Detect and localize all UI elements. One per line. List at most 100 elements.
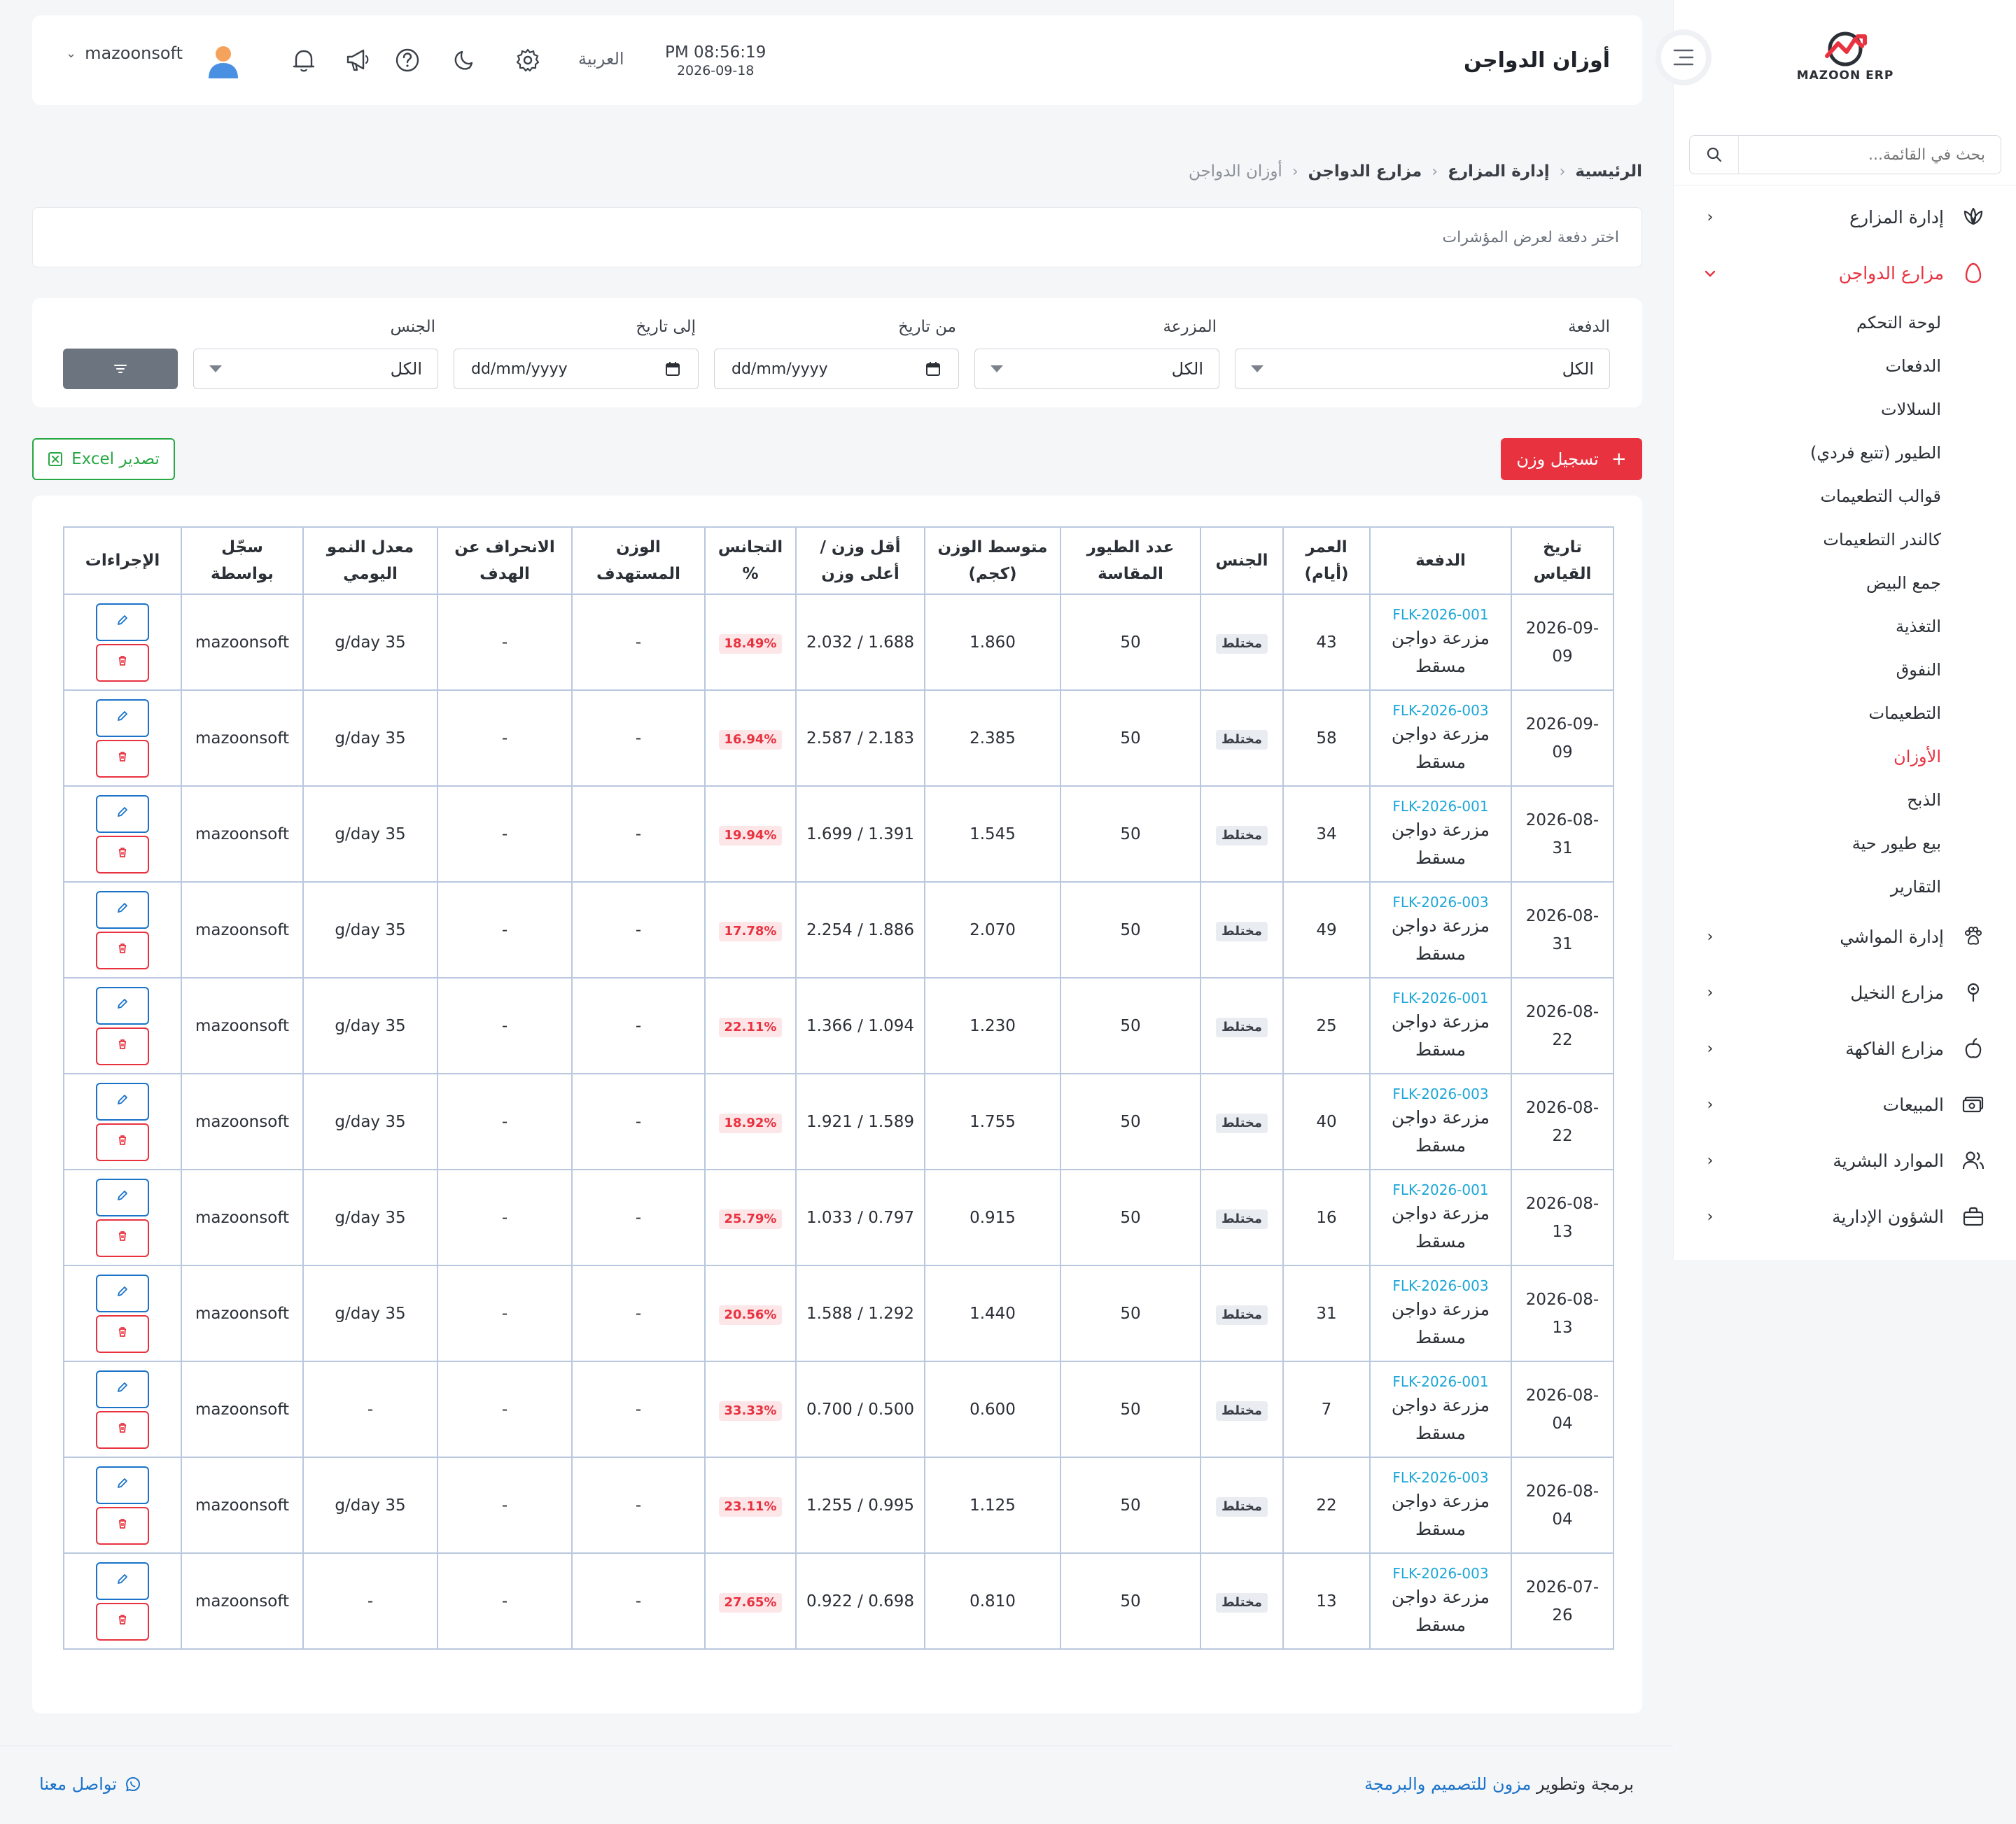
- batch-code-link[interactable]: FLK-2026-003: [1376, 1084, 1505, 1104]
- moon-icon: [454, 50, 473, 70]
- filter-farm-select[interactable]: الكل: [974, 349, 1219, 389]
- edit-button[interactable]: [96, 1274, 149, 1312]
- breadcrumb-poultry-farms[interactable]: مزارع الدواجن: [1308, 162, 1422, 181]
- delete-button[interactable]: [96, 1410, 149, 1449]
- edit-button[interactable]: [96, 1466, 149, 1504]
- cell-actions: [63, 1265, 182, 1362]
- filter-batch-select[interactable]: الكل: [1235, 349, 1610, 389]
- sidebar-item-livestock[interactable]: إدارة المواشي ‹: [1674, 909, 2016, 964]
- sidebar-item-palm-farms[interactable]: مزارع النخيل ‹: [1674, 964, 2016, 1020]
- edit-button[interactable]: [96, 1562, 149, 1600]
- batch-code-link[interactable]: FLK-2026-003: [1376, 701, 1505, 720]
- announcements-button[interactable]: [344, 46, 372, 74]
- batch-code-link[interactable]: FLK-2026-001: [1376, 605, 1505, 624]
- filter-sex-select[interactable]: الكل: [193, 349, 438, 389]
- submenu-item-mortality[interactable]: النفوق: [1674, 648, 1941, 692]
- batch-code-link[interactable]: FLK-2026-003: [1376, 892, 1505, 912]
- sidebar-item-fruit-farms[interactable]: مزارع الفاكهة ‹: [1674, 1020, 2016, 1076]
- footer-credits: برمجة وتطوير مزون للتصميم والبرمجة: [1364, 1774, 1634, 1794]
- submenu-item-reports[interactable]: التقارير: [1674, 865, 1941, 909]
- delete-button[interactable]: [96, 739, 149, 778]
- edit-button[interactable]: [96, 986, 149, 1025]
- batch-code-link[interactable]: FLK-2026-001: [1376, 1372, 1505, 1391]
- dark-mode-button[interactable]: [451, 46, 479, 74]
- sidebar-item-poultry-farms[interactable]: مزارع الدواجن: [1674, 245, 2016, 301]
- batch-code-link[interactable]: FLK-2026-001: [1376, 1180, 1505, 1200]
- submenu-item-feeding[interactable]: التغذية: [1674, 605, 1941, 648]
- delete-button[interactable]: [96, 643, 149, 682]
- sidebar-item-sales[interactable]: المبيعات ‹: [1674, 1076, 2016, 1132]
- avatar[interactable]: [206, 43, 241, 78]
- settings-button[interactable]: [514, 46, 542, 74]
- cell-uniformity: 19.94%: [704, 785, 797, 883]
- submenu-item-egg-collection[interactable]: جمع البيض: [1674, 561, 1941, 605]
- submenu-item-birds[interactable]: الطيور (تتبع فردي): [1674, 431, 1941, 475]
- edit-button[interactable]: [96, 794, 149, 833]
- delete-button[interactable]: [96, 1506, 149, 1545]
- delete-button[interactable]: [96, 1027, 149, 1065]
- submenu-item-vaccinations[interactable]: التطعيمات: [1674, 692, 1941, 735]
- cell-date: 2026-07-26: [1511, 1552, 1614, 1650]
- cell-recorded-by: mazoonsoft: [181, 977, 304, 1074]
- cell-min-max-weight: 0.797 / 1.033: [795, 1169, 925, 1266]
- notifications-button[interactable]: [290, 46, 318, 74]
- breadcrumb-home[interactable]: الرئيسية: [1575, 162, 1642, 181]
- delete-button[interactable]: [96, 1602, 149, 1641]
- cell-age: 13: [1282, 1552, 1371, 1650]
- sidebar-search-input[interactable]: [1739, 136, 2001, 174]
- export-excel-button[interactable]: تصدير Excel: [32, 438, 175, 480]
- add-weight-button[interactable]: + تسجيل وزن: [1501, 438, 1642, 480]
- submenu-item-vaccine-templates[interactable]: قوالب التطعيمات: [1674, 475, 1941, 518]
- contact-us-link[interactable]: تواصل معنا: [39, 1774, 141, 1794]
- apply-filter-button[interactable]: [63, 349, 178, 389]
- edit-button[interactable]: [96, 1370, 149, 1408]
- sidebar-item-farm-management[interactable]: إدارة المزارع ‹: [1674, 189, 2016, 245]
- cell-uniformity: 27.65%: [704, 1552, 797, 1650]
- delete-button[interactable]: [96, 1123, 149, 1161]
- submenu-item-dashboard[interactable]: لوحة التحكم: [1674, 301, 1941, 344]
- batch-code-link[interactable]: FLK-2026-001: [1376, 797, 1505, 816]
- submenu-item-slaughter[interactable]: الذبح: [1674, 778, 1941, 822]
- cell-uniformity: 25.79%: [704, 1169, 797, 1266]
- sidebar-toggle-button[interactable]: [1656, 29, 1712, 85]
- submenu-item-vaccine-calendar[interactable]: كالندر التطعيمات: [1674, 518, 1941, 561]
- filter-to-date-input[interactable]: dd/mm/yyyy: [454, 349, 699, 389]
- delete-button[interactable]: [96, 1219, 149, 1257]
- submenu-item-breeds[interactable]: السلالات: [1674, 388, 1941, 431]
- chevron-left-icon: ‹: [1559, 162, 1566, 181]
- edit-button[interactable]: [96, 1178, 149, 1216]
- batch-code-link[interactable]: FLK-2026-003: [1376, 1276, 1505, 1296]
- sex-badge: مختلط: [1215, 825, 1268, 846]
- cell-target-weight: -: [571, 785, 706, 883]
- cell-actions: [63, 1552, 182, 1650]
- breadcrumb-farm-management[interactable]: إدارة المزارع: [1448, 162, 1549, 181]
- user-menu[interactable]: ⌄ mazoonsoft: [66, 43, 183, 63]
- sidebar-item-hr[interactable]: الموارد البشرية ‹: [1674, 1132, 2016, 1188]
- edit-button[interactable]: [96, 699, 149, 737]
- delete-button[interactable]: [96, 835, 149, 874]
- edit-button[interactable]: [96, 1082, 149, 1121]
- batch-code-link[interactable]: FLK-2026-001: [1376, 988, 1505, 1008]
- row-actions: [70, 1178, 175, 1257]
- sidebar-item-label: مزارع الفاكهة: [1845, 1038, 1944, 1059]
- cell-batch: FLK-2026-003 مزرعة دواجن مسقط: [1369, 689, 1512, 787]
- sidebar-item-admin-affairs[interactable]: الشؤون الإدارية ‹: [1674, 1188, 2016, 1244]
- filter-from-date-input[interactable]: dd/mm/yyyy: [714, 349, 959, 389]
- cell-count: 50: [1060, 1552, 1201, 1650]
- submenu-item-weights[interactable]: الأوزان: [1674, 735, 1941, 778]
- submenu-item-batches[interactable]: الدفعات: [1674, 344, 1941, 388]
- logo[interactable]: MAZOON ERP: [1793, 28, 1898, 98]
- delete-button[interactable]: [96, 1314, 149, 1353]
- batch-code-link[interactable]: FLK-2026-003: [1376, 1564, 1505, 1583]
- delete-button[interactable]: [96, 931, 149, 969]
- sidebar-search-button[interactable]: [1690, 136, 1739, 174]
- language-switch[interactable]: العربية: [578, 49, 624, 69]
- user-avatar-icon: [209, 46, 238, 78]
- submenu-item-live-sale[interactable]: بيع طيور حية: [1674, 822, 1941, 865]
- edit-button[interactable]: [96, 890, 149, 929]
- edit-button[interactable]: [96, 603, 149, 641]
- footer-credits-link[interactable]: مزون للتصميم والبرمجة: [1364, 1774, 1531, 1794]
- help-button[interactable]: [393, 46, 421, 74]
- batch-code-link[interactable]: FLK-2026-003: [1376, 1468, 1505, 1487]
- filter-farm-label: المزرعة: [1163, 318, 1217, 336]
